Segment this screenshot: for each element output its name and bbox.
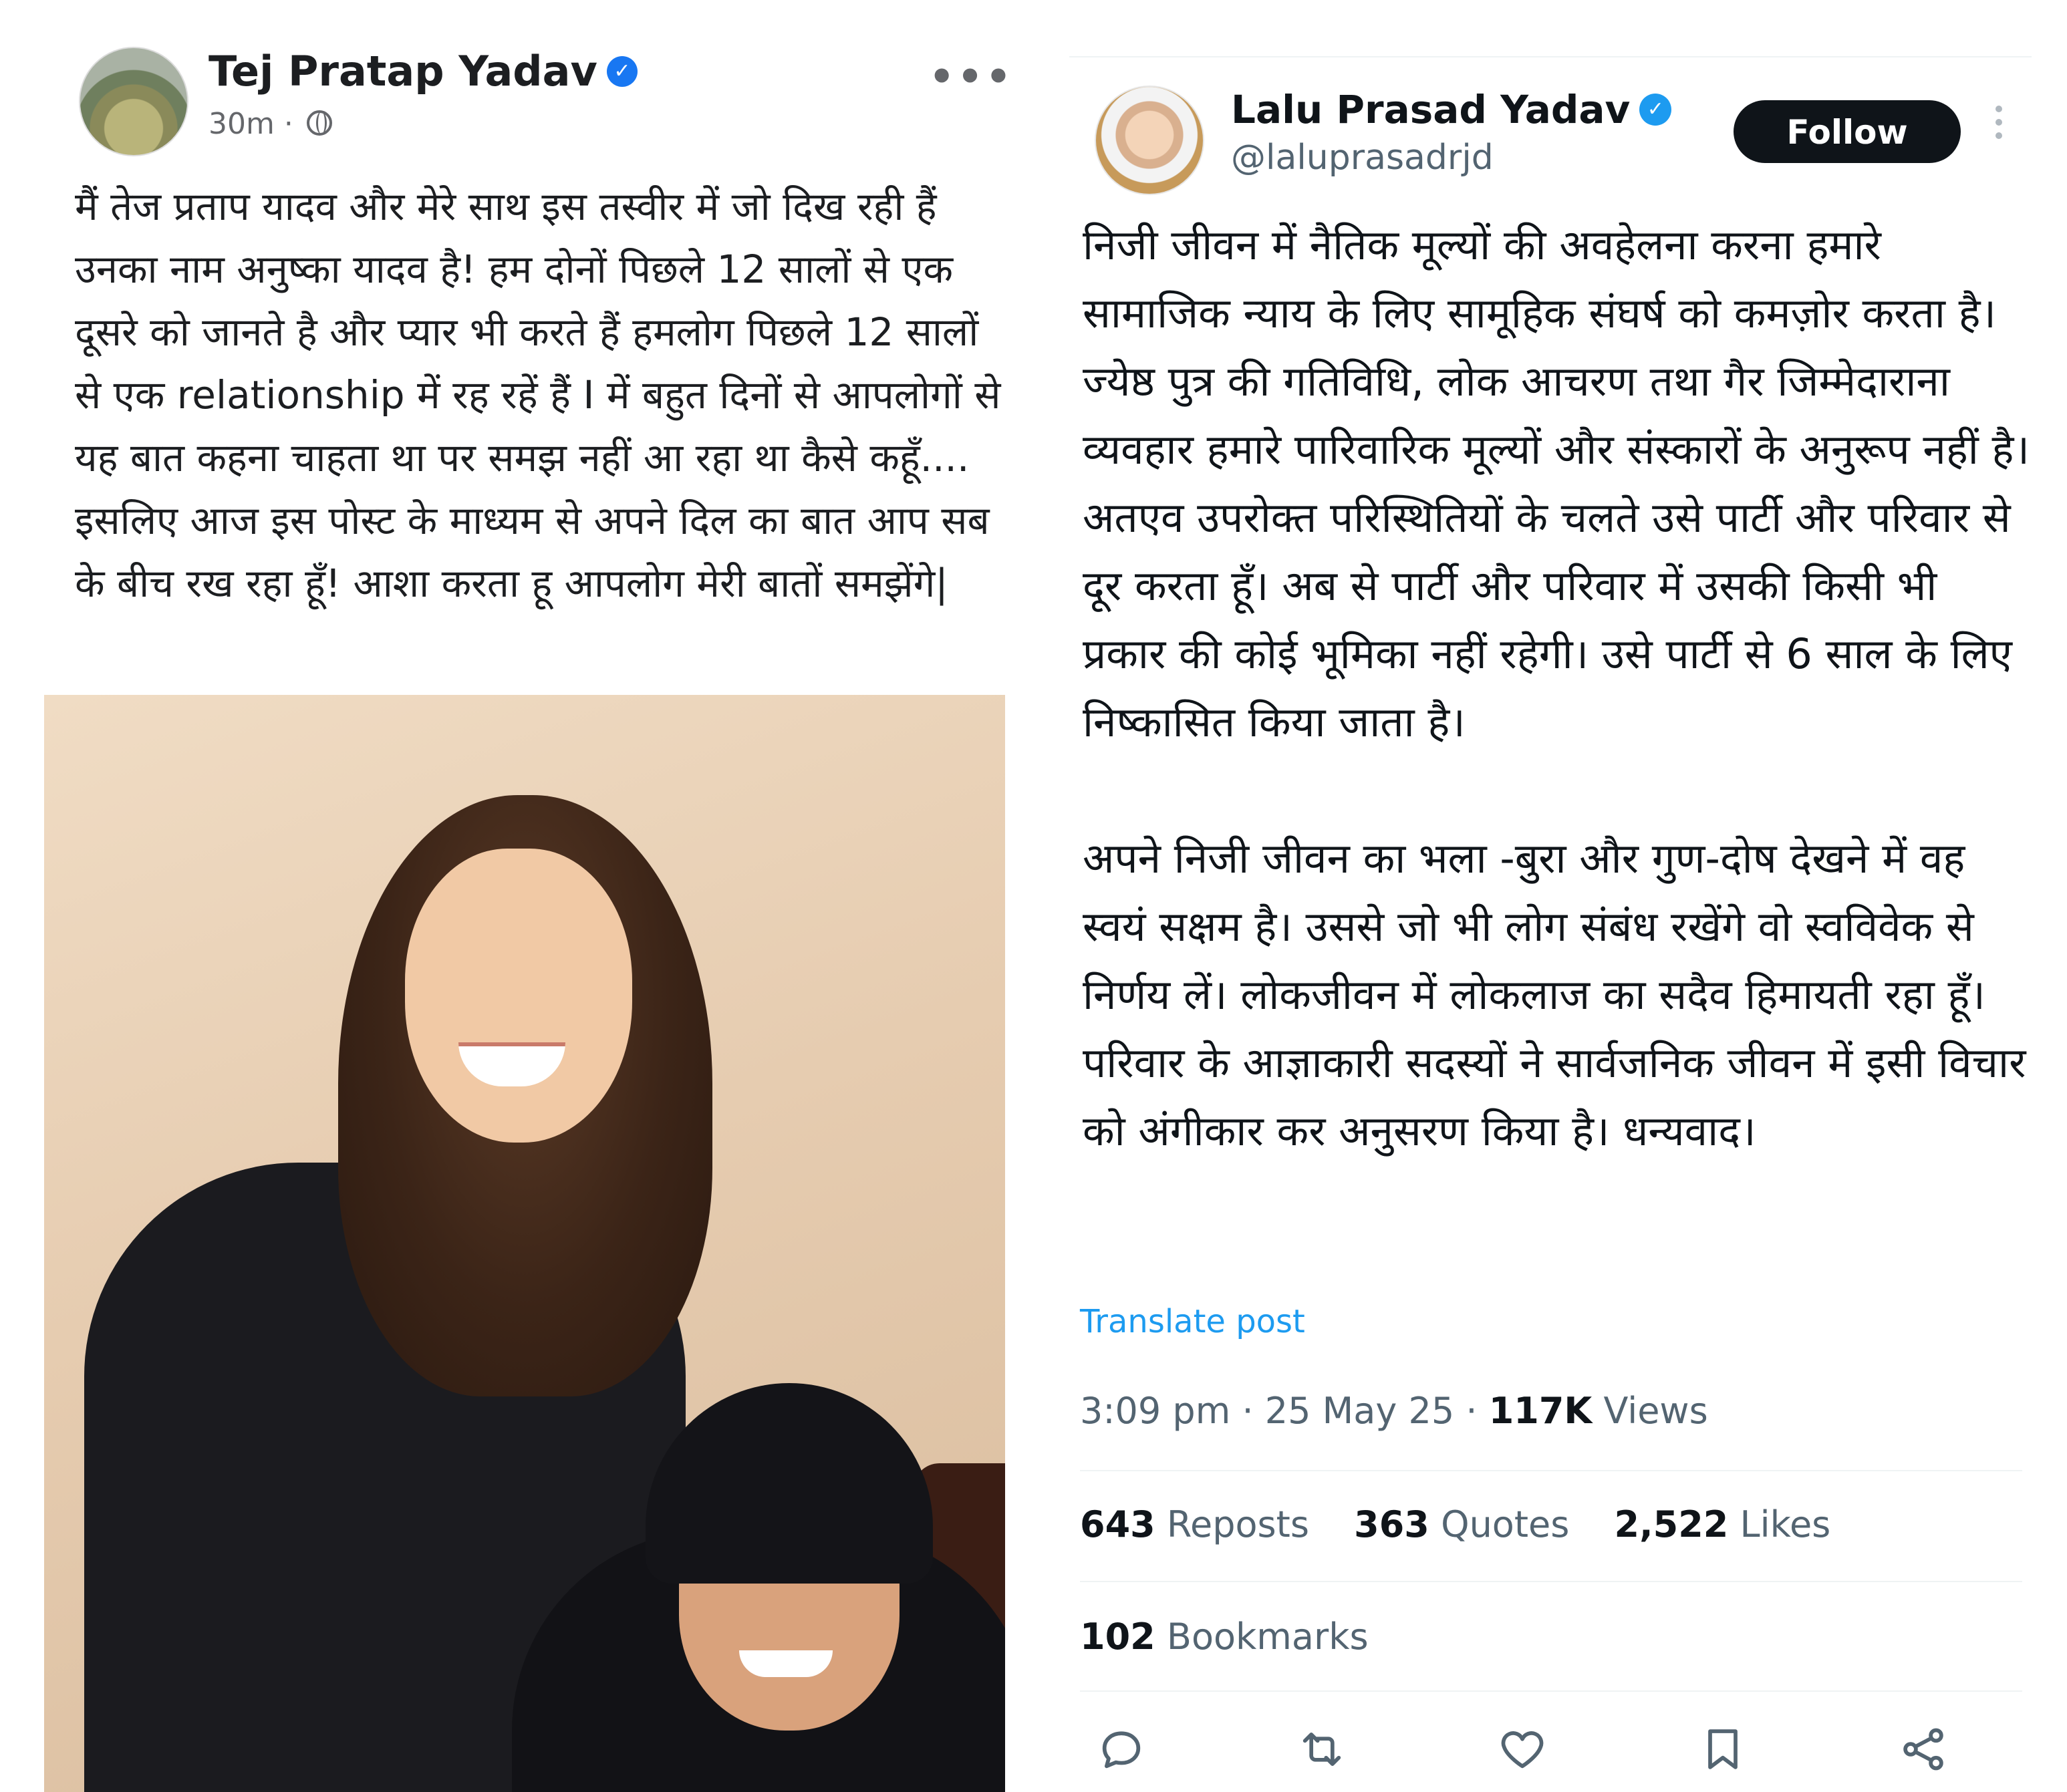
top-divider (1069, 56, 2032, 57)
post-time: 30m · (209, 107, 332, 141)
photo-person-2-cap (646, 1383, 933, 1584)
verified-badge-icon: ✓ (606, 55, 638, 87)
photo-person-2-smile (739, 1650, 833, 1677)
action-bar (1096, 1724, 2018, 1784)
quotes-label: Quotes (1441, 1503, 1570, 1545)
views-count: 117K (1488, 1390, 1593, 1432)
author-handle[interactable]: @laluprasadrjd (1231, 138, 1494, 178)
bookmark-icon[interactable] (1697, 1724, 1748, 1775)
quotes-stat[interactable]: 363 Quotes (1354, 1503, 1580, 1545)
quotes-count: 363 (1354, 1503, 1429, 1545)
post-photo[interactable] (44, 695, 1005, 1792)
divider (1080, 1690, 2022, 1692)
post-text: निजी जीवन में नैतिक मूल्यों की अवहेलना क… (1083, 211, 2032, 1165)
author-avatar[interactable] (1095, 86, 1204, 195)
follow-button[interactable]: Follow (1734, 100, 1961, 163)
more-options-icon[interactable] (1995, 106, 2005, 146)
reposts-count: 643 (1080, 1503, 1155, 1545)
photo-person-1-face (405, 849, 632, 1143)
bookmarks-stat: 102 Bookmarks (1080, 1616, 1369, 1658)
verified-badge-icon: ✓ (1639, 93, 1672, 126)
engagement-stats: 643 Reposts 363 Quotes 2,522 Likes (1080, 1503, 1864, 1545)
bookmarks-label: Bookmarks (1166, 1616, 1369, 1658)
reposts-stat[interactable]: 643 Reposts (1080, 1503, 1321, 1545)
bookmarks-count: 102 (1080, 1616, 1155, 1658)
likes-count: 2,522 (1614, 1503, 1729, 1545)
x-post: Lalu Prasad Yadav ✓ @laluprasadrjd Follow… (1043, 0, 2067, 1792)
likes-stat[interactable]: 2,522 Likes (1615, 1503, 1831, 1545)
divider (1080, 1470, 2022, 1471)
post-meta: 3:09 pm · 25 May 25 · 117K Views (1080, 1390, 1708, 1432)
repost-icon[interactable] (1296, 1724, 1347, 1775)
translate-post-link[interactable]: Translate post (1080, 1303, 1305, 1340)
more-options-icon[interactable]: ••• (929, 53, 1014, 100)
author-name[interactable]: Lalu Prasad Yadav ✓ (1231, 87, 1672, 132)
author-name[interactable]: Tej Pratap Yadav ✓ (209, 47, 638, 96)
globe-icon (306, 110, 332, 136)
reposts-label: Reposts (1166, 1503, 1309, 1545)
post-paragraph-1: निजी जीवन में नैतिक मूल्यों की अवहेलना क… (1083, 220, 2030, 746)
share-icon[interactable] (1898, 1724, 1949, 1775)
post-timestamp[interactable]: 3:09 pm · 25 May 25 · (1080, 1390, 1478, 1432)
author-name-text[interactable]: Tej Pratap Yadav (209, 47, 597, 96)
like-icon[interactable] (1497, 1724, 1548, 1775)
author-avatar[interactable] (79, 47, 188, 156)
reply-icon[interactable] (1096, 1724, 1147, 1775)
post-paragraph-2: अपने निजी जीवन का भला -बुरा और गुण-दोष द… (1083, 834, 2026, 1155)
author-name-text[interactable]: Lalu Prasad Yadav (1231, 87, 1630, 132)
post-text: मैं तेज प्रताप यादव और मेरे साथ इस तस्वी… (75, 184, 1001, 606)
facebook-post: Tej Pratap Yadav ✓ 30m · ••• मैं तेज प्रत… (0, 0, 1043, 1792)
likes-label: Likes (1740, 1503, 1831, 1545)
post-time-text[interactable]: 30m · (209, 107, 293, 141)
divider (1080, 1581, 2022, 1582)
views-label: Views (1603, 1390, 1708, 1432)
